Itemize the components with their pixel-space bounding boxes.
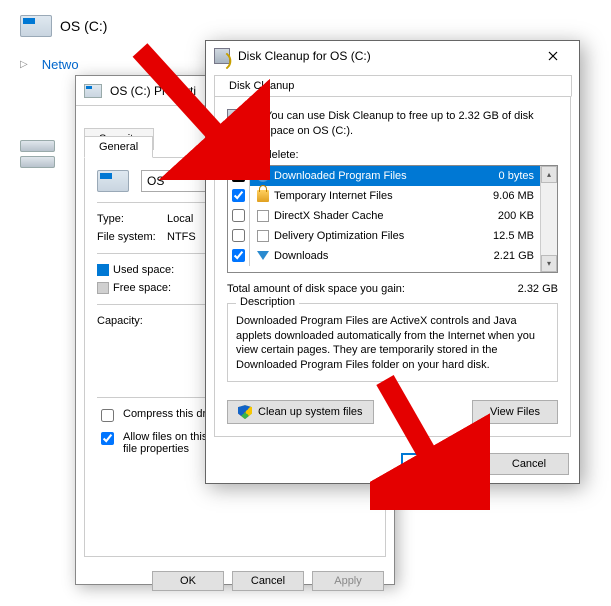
files-list[interactable]: Downloaded Program Files0 bytesTemporary…: [227, 165, 558, 273]
scroll-up-button[interactable]: ▴: [541, 166, 557, 183]
item-size: 2.21 GB: [478, 250, 540, 262]
capacity-label: Capacity:: [97, 315, 143, 327]
lock-icon: [257, 190, 269, 202]
compress-label: Compress this driv: [123, 408, 214, 420]
intro-text: You can use Disk Cleanup to free up to 2…: [265, 109, 558, 139]
item-size: 0 bytes: [478, 170, 540, 182]
apply-button[interactable]: Apply: [312, 571, 384, 591]
tab-general[interactable]: General: [84, 136, 153, 158]
drive-icon: [84, 84, 102, 98]
list-item[interactable]: DirectX Shader Cache200 KB: [228, 206, 540, 226]
free-space-label: Free space:: [113, 282, 171, 294]
disk-cleanup-icon: [214, 48, 230, 64]
compress-checkbox[interactable]: [101, 409, 114, 422]
world-icon: [257, 170, 269, 182]
used-swatch: [97, 264, 109, 276]
cancel-button[interactable]: Cancel: [232, 571, 304, 591]
item-size: 12.5 MB: [478, 230, 540, 242]
clean-system-files-button[interactable]: Clean up system files: [227, 400, 374, 424]
close-button[interactable]: [533, 42, 573, 70]
down-icon: [257, 251, 269, 260]
scroll-down-button[interactable]: ▾: [541, 255, 557, 272]
item-size: 200 KB: [478, 210, 540, 222]
description-label: Description: [236, 296, 299, 308]
cancel-button[interactable]: Cancel: [489, 453, 569, 475]
cleanup-title: Disk Cleanup for OS (C:): [238, 49, 525, 63]
disk-cleanup-window: Disk Cleanup for OS (C:) Disk Cleanup Yo…: [205, 40, 580, 484]
network-link[interactable]: Netwo: [42, 57, 79, 72]
file-icon: [257, 210, 269, 222]
properties-title: OS (C:) Properti: [110, 84, 196, 98]
network-drive-icon: [20, 140, 60, 165]
item-checkbox[interactable]: [232, 209, 245, 222]
list-item[interactable]: Temporary Internet Files9.06 MB: [228, 186, 540, 206]
drive-label: OS (C:): [60, 18, 107, 34]
file-icon: [257, 230, 269, 242]
shield-icon: [238, 405, 252, 419]
ok-button[interactable]: OK: [401, 453, 481, 475]
files-to-delete-label: Files to delete:: [227, 149, 558, 161]
item-checkbox[interactable]: [232, 249, 245, 262]
tab-disk-cleanup[interactable]: Disk Cleanup: [214, 75, 572, 97]
item-name: DirectX Shader Cache: [272, 210, 478, 222]
disk-cleanup-icon: [227, 109, 255, 129]
item-name: Downloaded Program Files: [272, 170, 478, 182]
clean-system-label: Clean up system files: [258, 406, 363, 418]
view-files-button[interactable]: View Files: [472, 400, 558, 424]
list-item[interactable]: Downloaded Program Files0 bytes: [228, 166, 540, 186]
free-swatch: [97, 282, 109, 294]
list-item[interactable]: Downloads2.21 GB: [228, 246, 540, 266]
item-name: Downloads: [272, 250, 478, 262]
item-checkbox[interactable]: [232, 189, 245, 202]
index-checkbox[interactable]: [101, 432, 114, 445]
item-size: 9.06 MB: [478, 190, 540, 202]
item-checkbox[interactable]: [232, 229, 245, 242]
list-item[interactable]: Delivery Optimization Files12.5 MB: [228, 226, 540, 246]
type-label: Type:: [97, 213, 167, 225]
total-value: 2.32 GB: [518, 283, 558, 295]
filesystem-label: File system:: [97, 231, 167, 243]
description-text: Downloaded Program Files are ActiveX con…: [236, 314, 549, 373]
ok-button[interactable]: OK: [152, 571, 224, 591]
item-name: Temporary Internet Files: [272, 190, 478, 202]
total-label: Total amount of disk space you gain:: [227, 283, 405, 295]
item-checkbox[interactable]: [232, 169, 245, 182]
index-label: Allow files on this file properties: [123, 431, 207, 455]
tree-expander-icon[interactable]: ▷: [20, 59, 28, 70]
drive-icon: [20, 15, 52, 37]
used-space-label: Used space:: [113, 264, 174, 276]
cleanup-titlebar[interactable]: Disk Cleanup for OS (C:): [206, 41, 579, 71]
scrollbar[interactable]: ▴ ▾: [540, 166, 557, 272]
item-name: Delivery Optimization Files: [272, 230, 478, 242]
drive-icon: [97, 170, 129, 192]
description-group: Description Downloaded Program Files are…: [227, 303, 558, 382]
